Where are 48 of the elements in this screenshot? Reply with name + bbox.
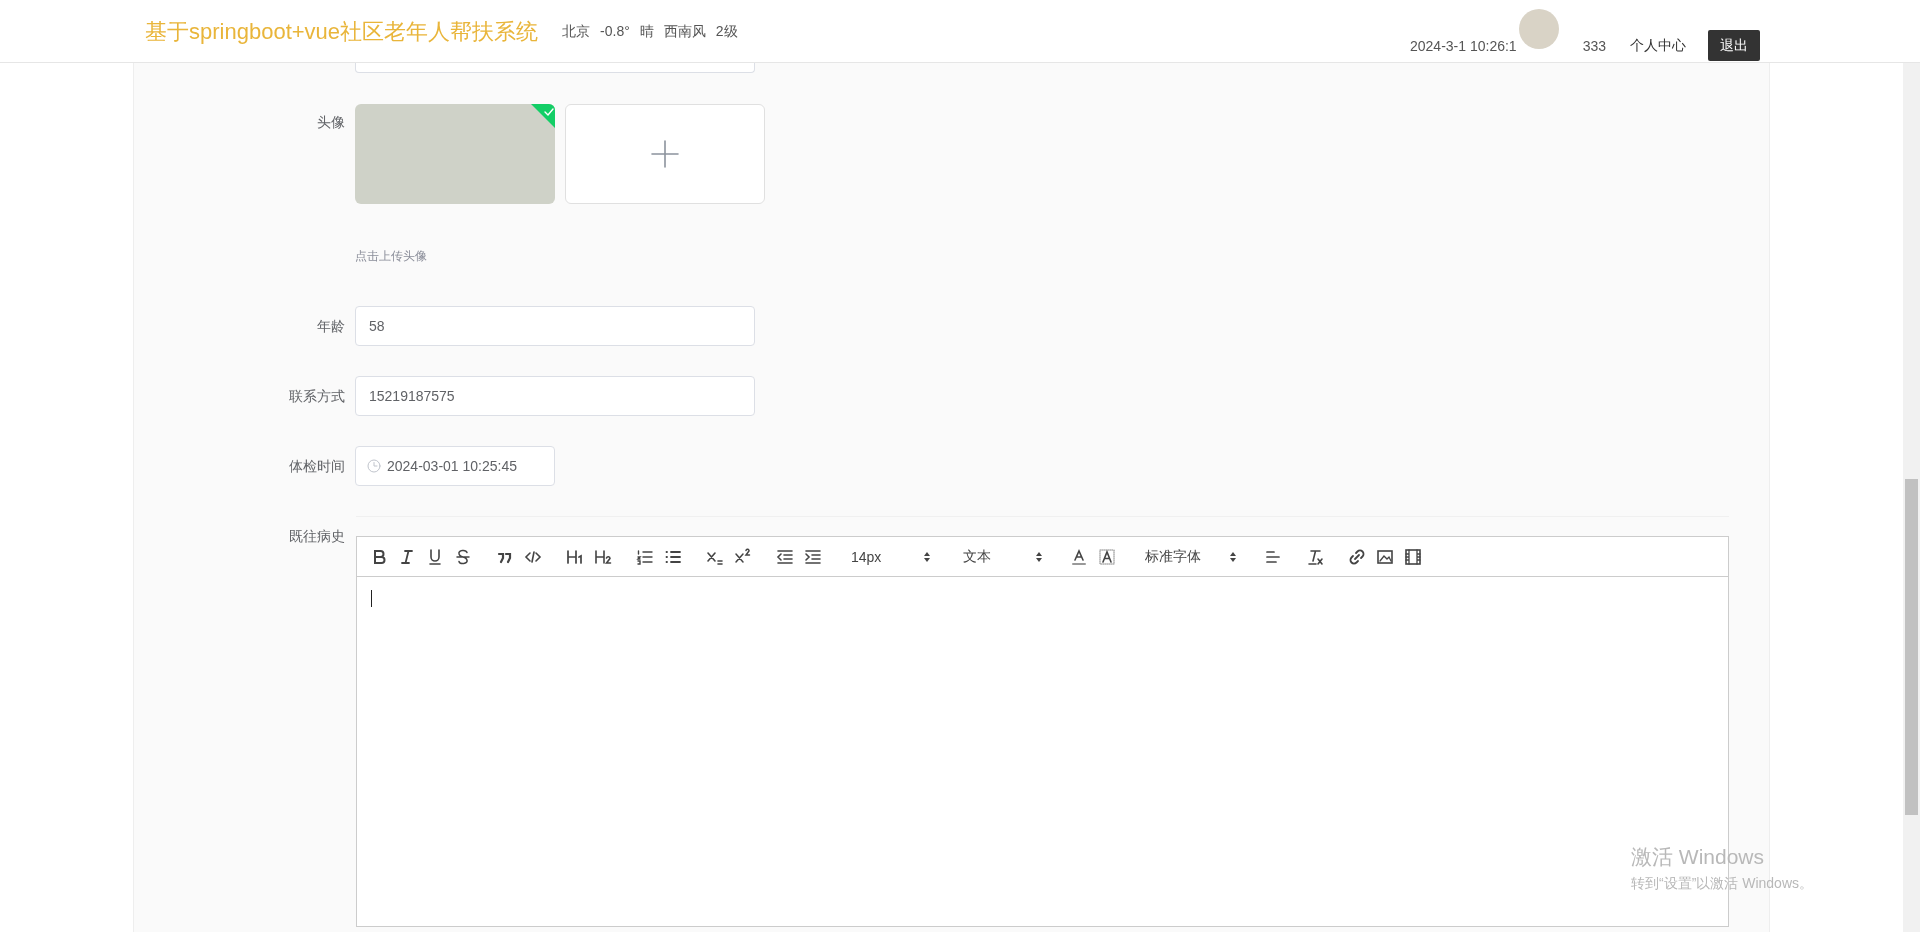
weather-text: 2级 (715, 22, 738, 41)
underline-icon (426, 547, 444, 566)
strikethrough-icon (454, 547, 472, 566)
field-label: 年龄 (316, 317, 345, 336)
clear-format-icon (1306, 547, 1324, 566)
link-icon (1348, 547, 1366, 566)
activation-subtitle: 转到“设置”以激活 Windows。 (1631, 875, 1813, 893)
input-field[interactable]: 15219187575 (355, 376, 755, 416)
upload-hint: 点击上传头像 (355, 248, 428, 265)
logout-button[interactable]: 退出 (1708, 30, 1760, 61)
text-cursor (371, 590, 372, 607)
font-family-select[interactable]: 标准字体 (1135, 544, 1245, 569)
username-text: 333 (1582, 37, 1606, 54)
field-label: 联系方式 (288, 387, 345, 406)
scrollbar[interactable] (1903, 63, 1920, 932)
site-title: 基于springboot+vue社区老年人帮扶系统 (145, 17, 539, 46)
ordered-list-icon (636, 547, 654, 566)
italic-icon (398, 547, 416, 566)
indent-icon (804, 547, 822, 566)
superscript-icon (734, 547, 752, 566)
film-icon (1404, 547, 1422, 566)
image-icon (1376, 547, 1394, 566)
font-size-select[interactable]: 14px (841, 544, 939, 569)
weather-text: -0.8° (600, 22, 630, 41)
activation-title: 激活 Windows (1631, 844, 1766, 870)
scrollbar-thumb[interactable] (1905, 479, 1918, 815)
field-label: 既往病史 (288, 527, 345, 546)
up-down-arrows-icon (1229, 550, 1237, 563)
field-label: 头像 (316, 113, 345, 132)
plus-icon (651, 140, 679, 168)
text-color-icon (1070, 547, 1088, 566)
profile-link[interactable]: 个人中心 (1630, 36, 1686, 55)
avatar (1518, 8, 1559, 49)
up-down-arrows-icon (1035, 550, 1043, 563)
up-down-arrows-icon (923, 550, 931, 563)
field-label: 体检时间 (288, 457, 345, 476)
weather-text: 西南风 (663, 22, 706, 41)
datetime-text: 2024-3-1 10:26:1 (1410, 37, 1517, 54)
weather-text: 晴 (639, 22, 654, 41)
date-picker-field[interactable]: 2024-03-01 10:25:45 (355, 446, 555, 486)
weather-text: 北京 (562, 22, 591, 41)
highlight-icon (1098, 547, 1116, 566)
input-field[interactable]: 58 (355, 306, 755, 346)
heading-two-icon (594, 547, 612, 566)
input-field[interactable] (355, 63, 755, 73)
heading-one-icon (566, 547, 584, 566)
outdent-icon (776, 547, 794, 566)
heading-select[interactable]: 文本 (953, 544, 1051, 569)
